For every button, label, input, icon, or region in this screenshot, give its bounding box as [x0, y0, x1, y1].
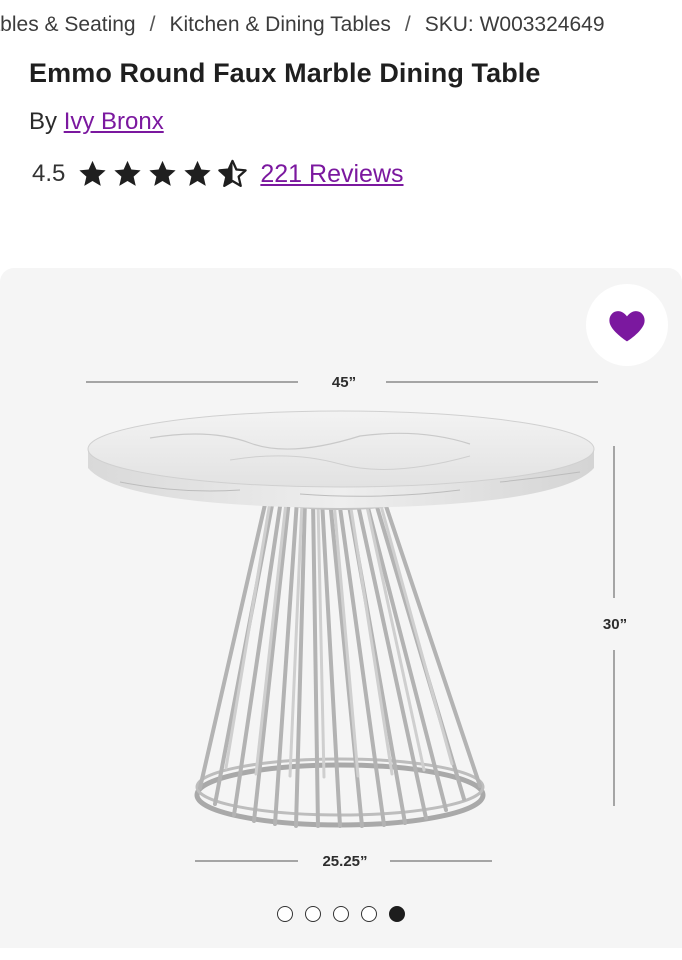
width-dimension-label: 45” — [332, 374, 356, 391]
base-dimension-label: 25.25” — [322, 853, 367, 870]
table-top — [87, 410, 595, 508]
carousel-dot-5-active[interactable] — [389, 906, 405, 922]
product-image[interactable]: 45” 30” 25.25” — [0, 268, 682, 878]
rating-value: 4.5 — [32, 160, 66, 187]
carousel-dot-4[interactable] — [361, 906, 377, 922]
star-half-icon — [218, 159, 248, 187]
brand-byline: By Ivy Bronx — [29, 108, 164, 136]
rating-row: 4.5 221 Reviews — [32, 154, 404, 194]
table-base — [194, 492, 486, 828]
carousel-dot-3[interactable] — [333, 906, 349, 922]
heart-icon — [609, 311, 645, 342]
favorite-button[interactable] — [586, 284, 668, 366]
breadcrumb-separator: / — [404, 13, 411, 36]
star-rating — [77, 159, 248, 189]
height-dimension-label: 30” — [603, 616, 627, 633]
breadcrumb: Tables & Seating / Kitchen & Dining Tabl… — [0, 13, 682, 41]
breadcrumb-item-kitchen-dining-tables[interactable]: Kitchen & Dining Tables — [169, 13, 390, 37]
carousel-dot-2[interactable] — [305, 906, 321, 922]
sku-label: SKU: W003324649 — [424, 13, 605, 36]
product-title: Emmo Round Faux Marble Dining Table — [29, 58, 541, 88]
breadcrumb-separator: / — [149, 13, 156, 36]
carousel-dot-1[interactable] — [277, 906, 293, 922]
star-filled-icon — [79, 160, 106, 186]
star-filled-icon — [149, 160, 176, 186]
brand-link[interactable]: Ivy Bronx — [64, 108, 164, 135]
star-filled-icon — [114, 160, 141, 186]
star-filled-icon — [184, 160, 211, 186]
carousel-pagination — [0, 906, 682, 922]
product-image-gallery[interactable]: 45” 30” 25.25” — [0, 268, 682, 948]
breadcrumb-item-tables-seating[interactable]: Tables & Seating — [0, 13, 136, 37]
by-prefix: By — [29, 108, 58, 135]
reviews-link[interactable]: 221 Reviews — [260, 160, 403, 189]
